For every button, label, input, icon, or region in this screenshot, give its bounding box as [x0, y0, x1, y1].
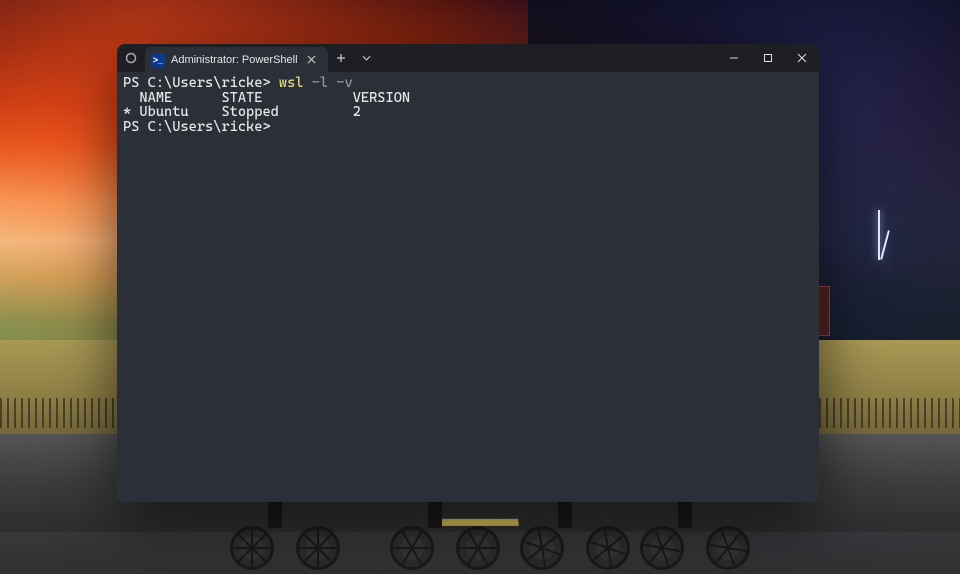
command-flags: -l -v [303, 75, 352, 91]
close-window-button[interactable] [785, 44, 819, 72]
prompt: PS C:\Users\ricke> [123, 119, 271, 135]
titlebar[interactable]: >_ Administrator: PowerShell [117, 44, 819, 72]
cursor [279, 121, 287, 135]
powershell-icon: >_ [151, 53, 165, 67]
new-tab-button[interactable] [328, 44, 354, 72]
desktop-wallpaper: >_ Administrator: PowerShell [0, 0, 960, 574]
tab-title: Administrator: PowerShell [171, 54, 298, 66]
wsl-distro-row: * Ubuntu Stopped 2 [123, 104, 361, 120]
minimize-button[interactable] [717, 44, 751, 72]
tab-dropdown-button[interactable] [354, 44, 380, 72]
tab-close-button[interactable] [304, 52, 320, 68]
wallpaper-lightning [878, 210, 880, 260]
tab-powershell[interactable]: >_ Administrator: PowerShell [145, 47, 328, 72]
windows-terminal-window: >_ Administrator: PowerShell [117, 44, 819, 502]
prompt: PS C:\Users\ricke> [123, 75, 279, 91]
titlebar-drag-region[interactable] [380, 44, 717, 72]
terminal-app-icon [117, 44, 145, 72]
wsl-header-row: NAME STATE VERSION [123, 90, 410, 106]
maximize-button[interactable] [751, 44, 785, 72]
command: wsl [279, 75, 304, 91]
terminal-output[interactable]: PS C:\Users\ricke> wsl -l -v NAME STATE … [117, 72, 819, 502]
